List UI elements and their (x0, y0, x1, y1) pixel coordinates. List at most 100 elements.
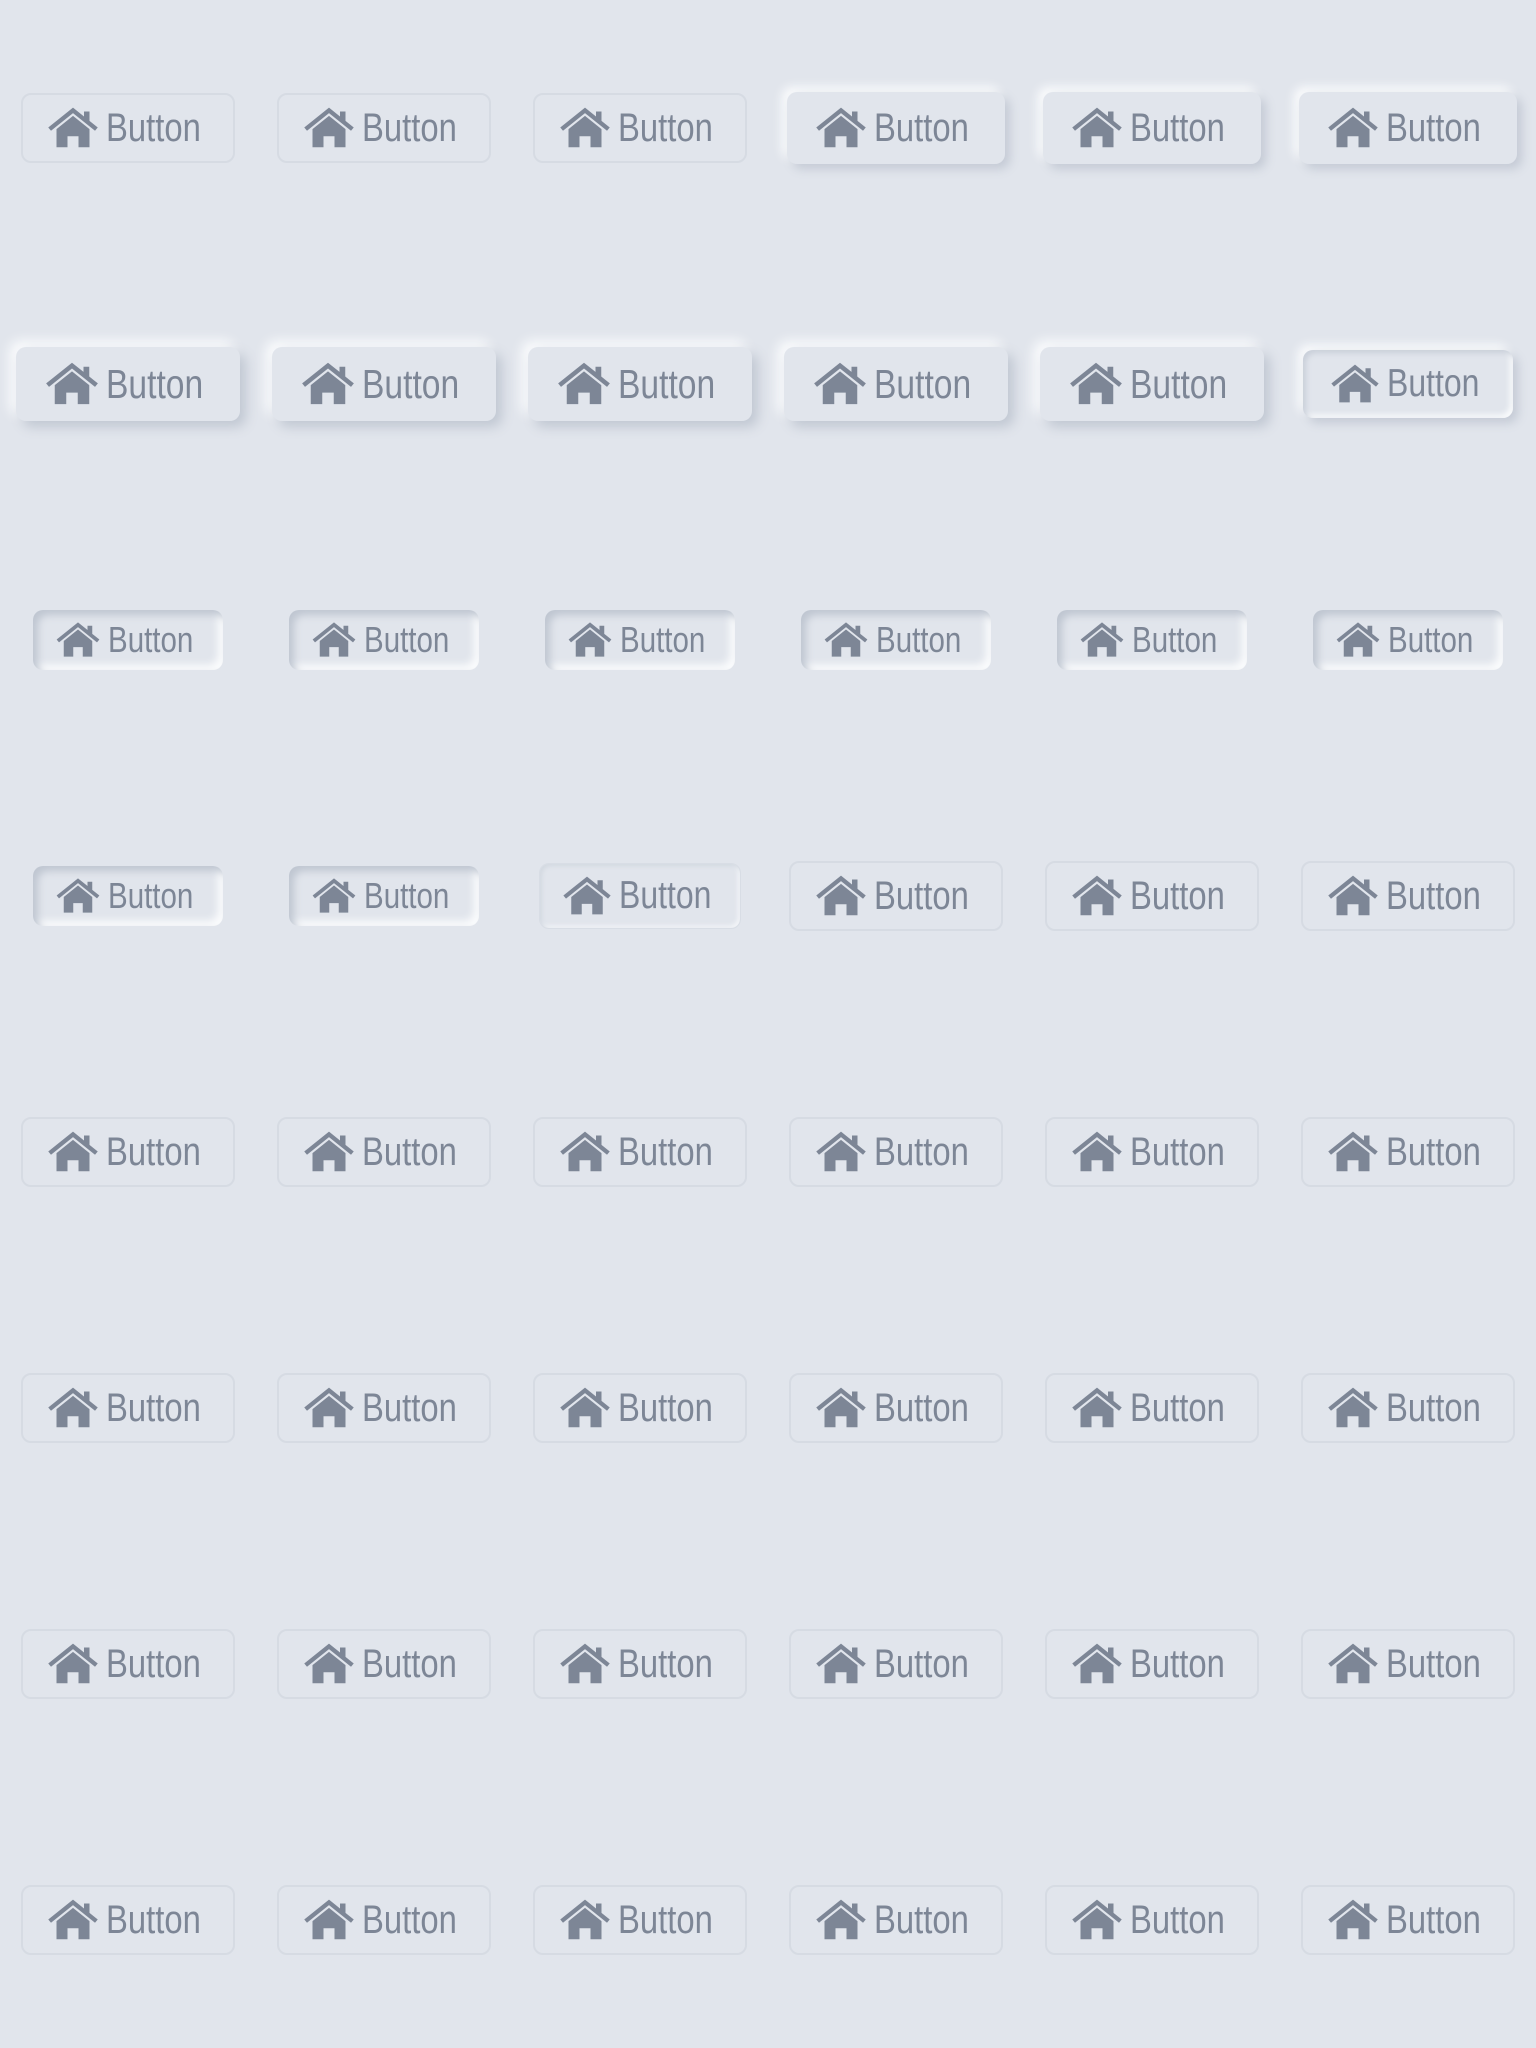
home-icon (1072, 106, 1122, 150)
home-icon (1328, 1642, 1378, 1686)
home-icon (557, 361, 610, 407)
home-button[interactable]: Button (1303, 350, 1513, 418)
home-button[interactable]: Button (1301, 1117, 1515, 1187)
button-grid: Button Button Button Button Button Button Butt… (0, 0, 1536, 2048)
home-button[interactable]: Button (277, 1373, 491, 1443)
home-button[interactable]: Button (16, 347, 240, 421)
home-button[interactable]: Button (289, 866, 479, 926)
home-button[interactable]: Button (787, 92, 1005, 164)
home-button[interactable]: Button (21, 1117, 235, 1187)
home-button[interactable]: Button (801, 610, 991, 670)
button-label: Button (1130, 1385, 1226, 1430)
home-button[interactable]: Button (533, 1117, 747, 1187)
home-button[interactable]: Button (539, 863, 741, 929)
button-label: Button (362, 1129, 458, 1174)
home-icon (304, 1898, 354, 1942)
home-button[interactable]: Button (277, 1629, 491, 1699)
button-label: Button (106, 1129, 202, 1174)
home-button[interactable]: Button (1045, 1117, 1259, 1187)
home-button[interactable]: Button (277, 93, 491, 163)
home-button[interactable]: Button (1313, 610, 1503, 670)
home-icon (1072, 1386, 1122, 1430)
home-icon (1328, 874, 1378, 918)
button-label: Button (361, 360, 459, 407)
button-label: Button (1386, 873, 1482, 918)
home-button[interactable]: Button (789, 861, 1003, 931)
home-button[interactable]: Button (1045, 861, 1259, 931)
home-icon (560, 1642, 610, 1686)
button-label: Button (106, 1641, 202, 1686)
home-button[interactable]: Button (789, 1117, 1003, 1187)
home-icon (1080, 621, 1124, 659)
home-icon (1328, 106, 1378, 150)
home-icon (1330, 363, 1379, 405)
home-button[interactable]: Button (277, 1117, 491, 1187)
button-label: Button (363, 619, 450, 660)
home-icon (56, 621, 100, 659)
button-label: Button (874, 1385, 970, 1430)
home-button[interactable]: Button (21, 1373, 235, 1443)
home-button[interactable]: Button (1043, 92, 1261, 164)
button-label: Button (874, 1897, 970, 1942)
home-button[interactable]: Button (789, 1373, 1003, 1443)
home-icon (560, 1898, 610, 1942)
home-button[interactable]: Button (533, 93, 747, 163)
button-label: Button (618, 1129, 714, 1174)
button-label: Button (105, 360, 203, 407)
button-label: Button (362, 1897, 458, 1942)
home-icon (560, 1130, 610, 1174)
home-button[interactable]: Button (1045, 1885, 1259, 1955)
button-label: Button (1386, 1385, 1482, 1430)
home-button[interactable]: Button (533, 1885, 747, 1955)
home-icon (301, 361, 354, 407)
button-label: Button (106, 1897, 202, 1942)
home-button[interactable]: Button (1301, 1373, 1515, 1443)
button-label: Button (873, 360, 971, 407)
button-label: Button (1131, 619, 1218, 660)
button-label: Button (1130, 1641, 1226, 1686)
button-label: Button (107, 619, 194, 660)
home-button[interactable]: Button (21, 1629, 235, 1699)
home-button[interactable]: Button (1301, 1629, 1515, 1699)
home-button[interactable]: Button (277, 1885, 491, 1955)
home-button[interactable]: Button (545, 610, 735, 670)
home-button[interactable]: Button (1301, 1885, 1515, 1955)
home-icon (45, 361, 98, 407)
home-button[interactable]: Button (272, 347, 496, 421)
home-button[interactable]: Button (33, 866, 223, 926)
home-button[interactable]: Button (1301, 861, 1515, 931)
home-icon (816, 874, 866, 918)
home-button[interactable]: Button (1299, 92, 1517, 164)
button-label: Button (362, 1641, 458, 1686)
button-label: Button (106, 1385, 202, 1430)
button-label: Button (874, 1641, 970, 1686)
button-label: Button (618, 1641, 714, 1686)
home-button[interactable]: Button (533, 1629, 747, 1699)
home-button[interactable]: Button (784, 347, 1008, 421)
button-label: Button (1130, 873, 1226, 918)
home-button[interactable]: Button (1045, 1373, 1259, 1443)
home-button[interactable]: Button (1057, 610, 1247, 670)
home-button[interactable]: Button (21, 1885, 235, 1955)
button-label: Button (618, 1897, 714, 1942)
home-icon (312, 621, 356, 659)
home-button[interactable]: Button (33, 610, 223, 670)
home-button[interactable]: Button (789, 1885, 1003, 1955)
home-button[interactable]: Button (21, 93, 235, 163)
home-button[interactable]: Button (1040, 347, 1264, 421)
home-button[interactable]: Button (533, 1373, 747, 1443)
button-label: Button (1130, 105, 1226, 150)
button-label: Button (874, 1129, 970, 1174)
button-label: Button (1387, 619, 1474, 660)
home-icon (48, 106, 98, 150)
home-button[interactable]: Button (528, 347, 752, 421)
button-label: Button (106, 105, 202, 150)
home-button[interactable]: Button (789, 1629, 1003, 1699)
home-icon (1069, 361, 1122, 407)
home-icon (48, 1386, 98, 1430)
home-icon (312, 877, 356, 915)
home-button[interactable]: Button (289, 610, 479, 670)
home-icon (48, 1642, 98, 1686)
home-icon (1072, 1642, 1122, 1686)
home-button[interactable]: Button (1045, 1629, 1259, 1699)
